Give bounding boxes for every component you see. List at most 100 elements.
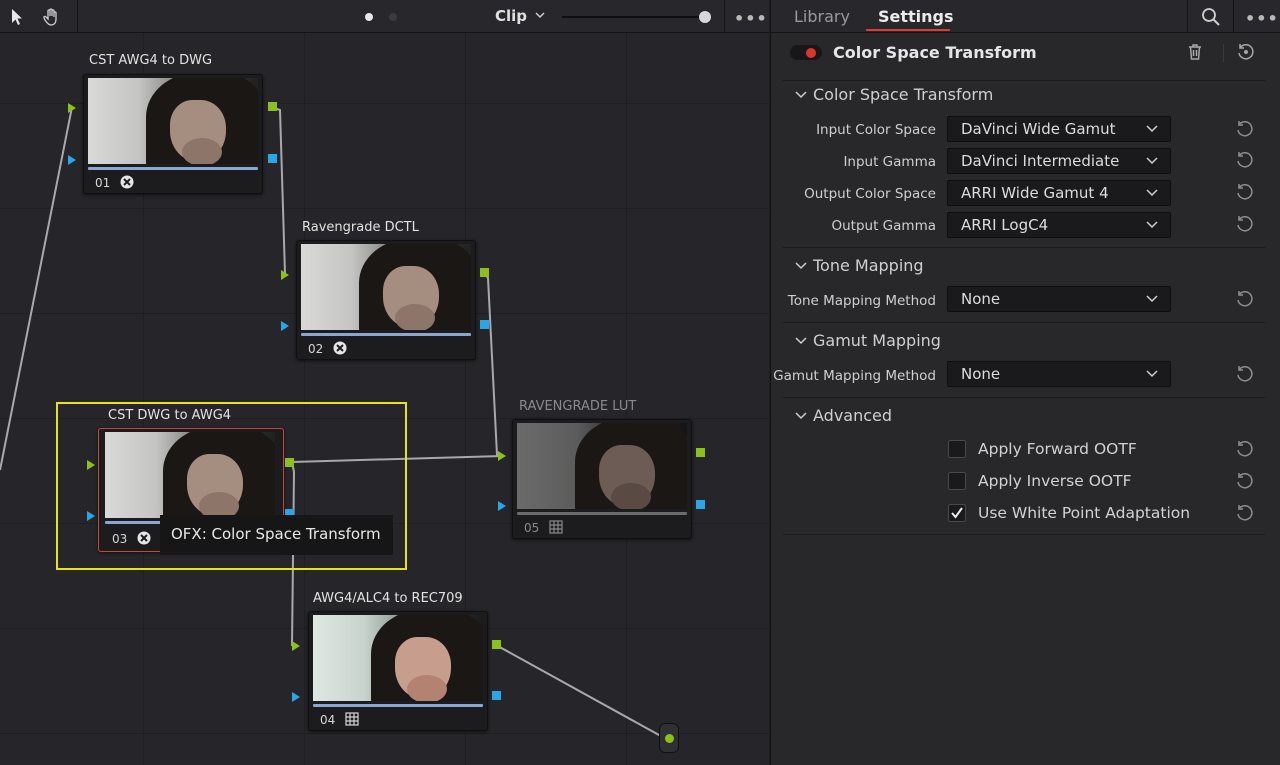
trash-icon[interactable]: [1187, 43, 1203, 61]
chevron-down-icon: [795, 337, 807, 345]
tab-library[interactable]: Library: [794, 7, 850, 26]
effect-enable-toggle[interactable]: [790, 45, 822, 60]
node-04-output-port[interactable]: [492, 640, 501, 649]
node-02-key-input[interactable]: [281, 321, 289, 331]
node-04-bar: [313, 704, 483, 707]
node-03-key-input[interactable]: [87, 511, 95, 521]
node-05-thumbnail: [517, 423, 687, 509]
search-icon[interactable]: [1201, 7, 1221, 27]
header-divider: [1223, 44, 1224, 62]
node-05-key-output[interactable]: [696, 500, 705, 509]
graph-options-button[interactable]: •••: [734, 9, 768, 28]
use-white-point-adaptation-label: Use White Point Adaptation: [978, 504, 1191, 522]
input-color-space-dropdown[interactable]: DaVinci Wide Gamut: [947, 116, 1171, 142]
output-color-space-dropdown[interactable]: ARRI Wide Gamut 4: [947, 180, 1171, 206]
effect-title: Color Space Transform: [833, 43, 1037, 62]
reset-icon[interactable]: [1235, 119, 1255, 139]
use-white-point-adaptation-checkbox[interactable]: [948, 504, 966, 522]
hand-icon[interactable]: [41, 6, 63, 28]
node-05[interactable]: 05: [512, 419, 692, 539]
pointer-icon[interactable]: [6, 6, 28, 28]
tab-settings[interactable]: Settings: [878, 7, 954, 26]
node-02-key-output[interactable]: [480, 320, 489, 329]
panel-options-button[interactable]: •••: [1245, 9, 1279, 28]
section-advanced[interactable]: Advanced: [795, 406, 892, 425]
chevron-down-icon: [1146, 221, 1158, 229]
node-04-input-port[interactable]: [292, 641, 300, 651]
section-divider: [783, 322, 1265, 323]
chevron-down-icon[interactable]: [534, 9, 546, 21]
page-dot[interactable]: [389, 13, 397, 21]
node-04-key-output[interactable]: [492, 691, 501, 700]
section-title: Color Space Transform: [813, 85, 994, 104]
node-05-key-input[interactable]: [498, 501, 506, 511]
reset-icon[interactable]: [1235, 471, 1255, 491]
node-02-output-port[interactable]: [480, 268, 489, 277]
tone-mapping-method-dropdown[interactable]: None: [947, 286, 1171, 312]
output-node[interactable]: [659, 723, 679, 753]
wire-02-to-05: [483, 272, 503, 456]
reset-icon[interactable]: [1235, 503, 1255, 523]
node-03-thumbnail: [105, 432, 275, 518]
chevron-down-icon: [795, 91, 807, 99]
node-05-output-port[interactable]: [696, 448, 705, 457]
node-01-key-output[interactable]: [268, 154, 277, 163]
gamut-mapping-method-dropdown[interactable]: None: [947, 361, 1171, 387]
page-dot-active[interactable]: [365, 13, 373, 21]
apply-inverse-ootf-checkbox[interactable]: [948, 472, 966, 490]
node-04-number: 04: [320, 713, 336, 727]
apply-forward-ootf-checkbox[interactable]: [948, 440, 966, 458]
section-divider: [783, 80, 1265, 81]
node-01-thumbnail: [88, 78, 258, 164]
node-tooltip: OFX: Color Space Transform: [160, 515, 393, 555]
output-gamma-label: Output Gamma: [831, 218, 937, 234]
input-gamma-label: Input Gamma: [843, 154, 936, 170]
header-divider: [1187, 0, 1188, 33]
node-01[interactable]: 01: [83, 74, 263, 194]
node-03-number: 03: [112, 532, 128, 546]
dropdown-value: ARRI Wide Gamut 4: [961, 184, 1109, 202]
chevron-down-icon: [1146, 125, 1158, 133]
reset-icon[interactable]: [1235, 439, 1255, 459]
section-gamut-mapping[interactable]: Gamut Mapping: [795, 331, 941, 350]
section-divider: [783, 534, 1265, 535]
node-graph[interactable]: CST AWG4 to DWG 01 Ravengrade DCTL 02 CS…: [0, 0, 769, 765]
section-divider: [783, 397, 1265, 398]
reset-icon[interactable]: [1235, 214, 1255, 234]
toolbar-divider: [724, 0, 725, 33]
reset-icon[interactable]: [1235, 364, 1255, 384]
output-gamma-dropdown[interactable]: ARRI LogC4: [947, 212, 1171, 238]
node-04-key-input[interactable]: [292, 692, 300, 702]
node-01-title: CST AWG4 to DWG: [89, 53, 213, 68]
zoom-slider[interactable]: [562, 16, 702, 18]
reset-icon[interactable]: [1235, 289, 1255, 309]
clip-mode-dropdown[interactable]: Clip: [495, 7, 527, 25]
node-04[interactable]: 04: [308, 611, 488, 731]
lut-grid-icon: [549, 520, 563, 534]
node-03-input-port[interactable]: [87, 460, 95, 470]
node-01-key-input[interactable]: [68, 155, 76, 165]
node-01-output-port[interactable]: [268, 102, 277, 111]
reset-all-icon[interactable]: [1236, 42, 1256, 62]
node-01-input-port[interactable]: [68, 103, 76, 113]
node-02-input-port[interactable]: [281, 270, 289, 280]
input-color-space-label: Input Color Space: [816, 122, 936, 138]
section-color-space-transform[interactable]: Color Space Transform: [795, 85, 993, 104]
reset-icon[interactable]: [1235, 150, 1255, 170]
node-02[interactable]: 02: [296, 240, 476, 360]
node-02-title: Ravengrade DCTL: [302, 220, 419, 235]
panel-header: Library Settings •••: [771, 0, 1280, 33]
zoom-slider-handle[interactable]: [699, 11, 711, 23]
section-title: Gamut Mapping: [813, 331, 941, 350]
ofx-icon: [333, 341, 347, 355]
input-gamma-dropdown[interactable]: DaVinci Intermediate: [947, 148, 1171, 174]
section-title: Tone Mapping: [813, 256, 924, 275]
section-tone-mapping[interactable]: Tone Mapping: [795, 256, 924, 275]
node-05-input-port[interactable]: [498, 451, 506, 461]
reset-icon[interactable]: [1235, 182, 1255, 202]
section-title: Advanced: [813, 406, 893, 425]
tone-mapping-method-label: Tone Mapping Method: [787, 293, 936, 309]
active-tab-indicator: [866, 29, 950, 31]
output-dot: [665, 734, 674, 743]
node-03-output-port[interactable]: [285, 458, 294, 467]
